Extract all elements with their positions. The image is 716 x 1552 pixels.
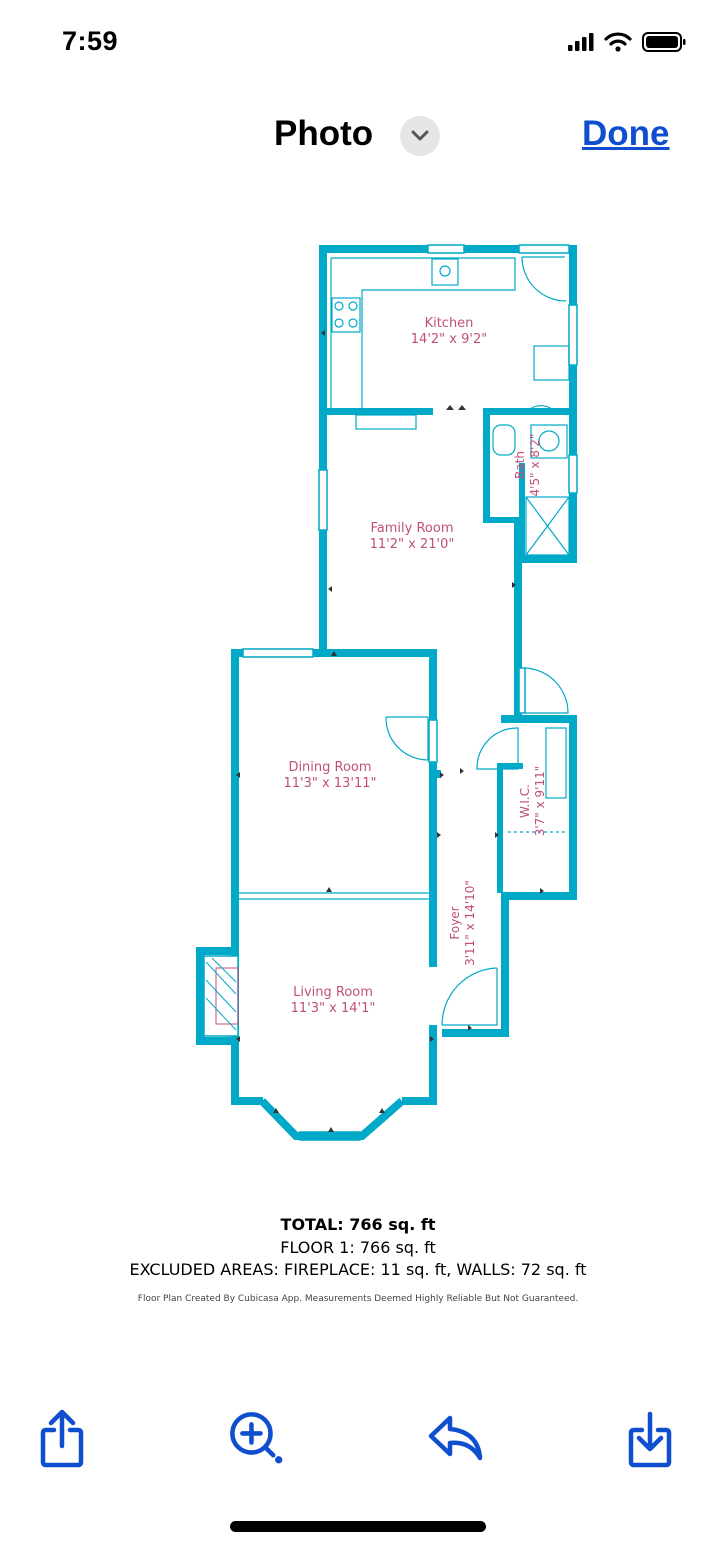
- floor-plan: [196, 244, 578, 1141]
- markup-icon: [230, 1412, 283, 1464]
- room-dims: 4'5" x 8'2": [528, 433, 542, 497]
- area-total: TOTAL: 766 sq. ft: [280, 1215, 436, 1234]
- room-label-dining: Dining Room 11'3" x 13'11": [270, 760, 390, 792]
- save-button[interactable]: [620, 1405, 680, 1471]
- room-dims: 14'2" x 9'2": [410, 332, 488, 347]
- area-excluded: EXCLUDED AREAS: FIREPLACE: 11 sq. ft, WA…: [129, 1260, 587, 1279]
- room-label-wic: W.I.C. 3'7" x 9'11": [518, 761, 548, 841]
- room-label-foyer: Foyer 3'11" x 14'10": [448, 873, 478, 973]
- room-name: Bath: [513, 451, 527, 479]
- save-icon: [628, 1411, 672, 1468]
- room-name: Living Room: [293, 985, 373, 1000]
- reply-button[interactable]: [426, 1405, 486, 1471]
- markup-button[interactable]: [226, 1405, 286, 1471]
- room-name: W.I.C.: [518, 784, 532, 818]
- room-name: Kitchen: [424, 316, 474, 331]
- room-label-living: Living Room 11'3" x 14'1": [273, 985, 393, 1017]
- room-dims: 3'7" x 9'11": [533, 765, 547, 837]
- share-button[interactable]: [32, 1405, 92, 1471]
- room-label-family: Family Room 11'2" x 21'0": [349, 521, 475, 553]
- room-dims: 11'3" x 13'11": [283, 776, 377, 791]
- floorplan-credit: Floor Plan Created By Cubicasa App. Meas…: [137, 1294, 579, 1304]
- room-dims: 11'3" x 14'1": [290, 1001, 376, 1016]
- room-label-kitchen: Kitchen 14'2" x 9'2": [399, 316, 499, 348]
- share-icon: [40, 1409, 84, 1468]
- room-dims: 11'2" x 21'0": [369, 537, 455, 552]
- room-dims: 3'11" x 14'10": [463, 880, 477, 966]
- reply-icon: [428, 1415, 483, 1461]
- room-name: Dining Room: [288, 760, 372, 775]
- room-name: Foyer: [448, 906, 462, 940]
- room-name: Family Room: [370, 521, 454, 536]
- fireplace: [203, 955, 239, 1037]
- home-indicator[interactable]: [230, 1521, 486, 1532]
- room-label-bath: Bath 4'5" x 8'2": [513, 425, 543, 505]
- area-floor: FLOOR 1: 766 sq. ft: [280, 1238, 436, 1257]
